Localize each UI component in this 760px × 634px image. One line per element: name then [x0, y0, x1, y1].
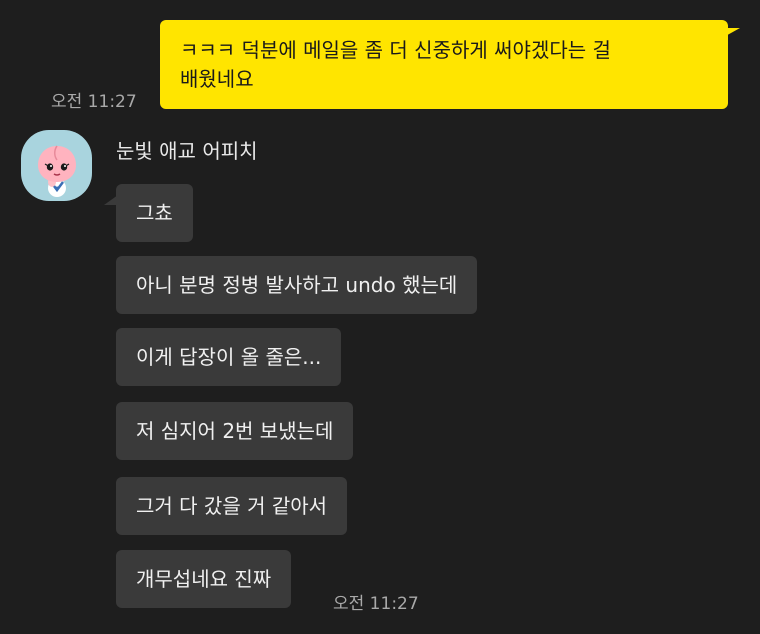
incoming-message-bubble[interactable]: 아니 분명 정병 발사하고 undo 했는데 [116, 256, 478, 314]
sender-name: 눈빛 애교 어피치 [116, 139, 258, 163]
outgoing-bubble-tail [722, 28, 740, 38]
incoming-message-bubble[interactable]: 저 심지어 2번 보냈는데 [116, 402, 354, 460]
incoming-message-bubble[interactable]: 이게 답장이 올 줄은... [116, 328, 342, 386]
incoming-timestamp: 오전 11:27 [333, 594, 419, 614]
incoming-message-bubble[interactable]: 그거 다 갔을 거 같아서 [116, 477, 348, 535]
chat-window: 오전 11:27 ㅋㅋㅋ 덕분에 메일을 좀 더 신중하게 써야겠다는 걸 배웠… [0, 0, 760, 634]
peach-character-icon[interactable] [21, 130, 92, 201]
outgoing-message-bubble[interactable]: ㅋㅋㅋ 덕분에 메일을 좀 더 신중하게 써야겠다는 걸 배웠네요 [160, 20, 728, 109]
incoming-message-bubble[interactable]: 그쵸 [116, 184, 193, 242]
avatar [21, 130, 92, 201]
incoming-message-bubble[interactable]: 개무섭네요 진짜 [116, 550, 292, 608]
outgoing-timestamp: 오전 11:27 [51, 92, 137, 112]
